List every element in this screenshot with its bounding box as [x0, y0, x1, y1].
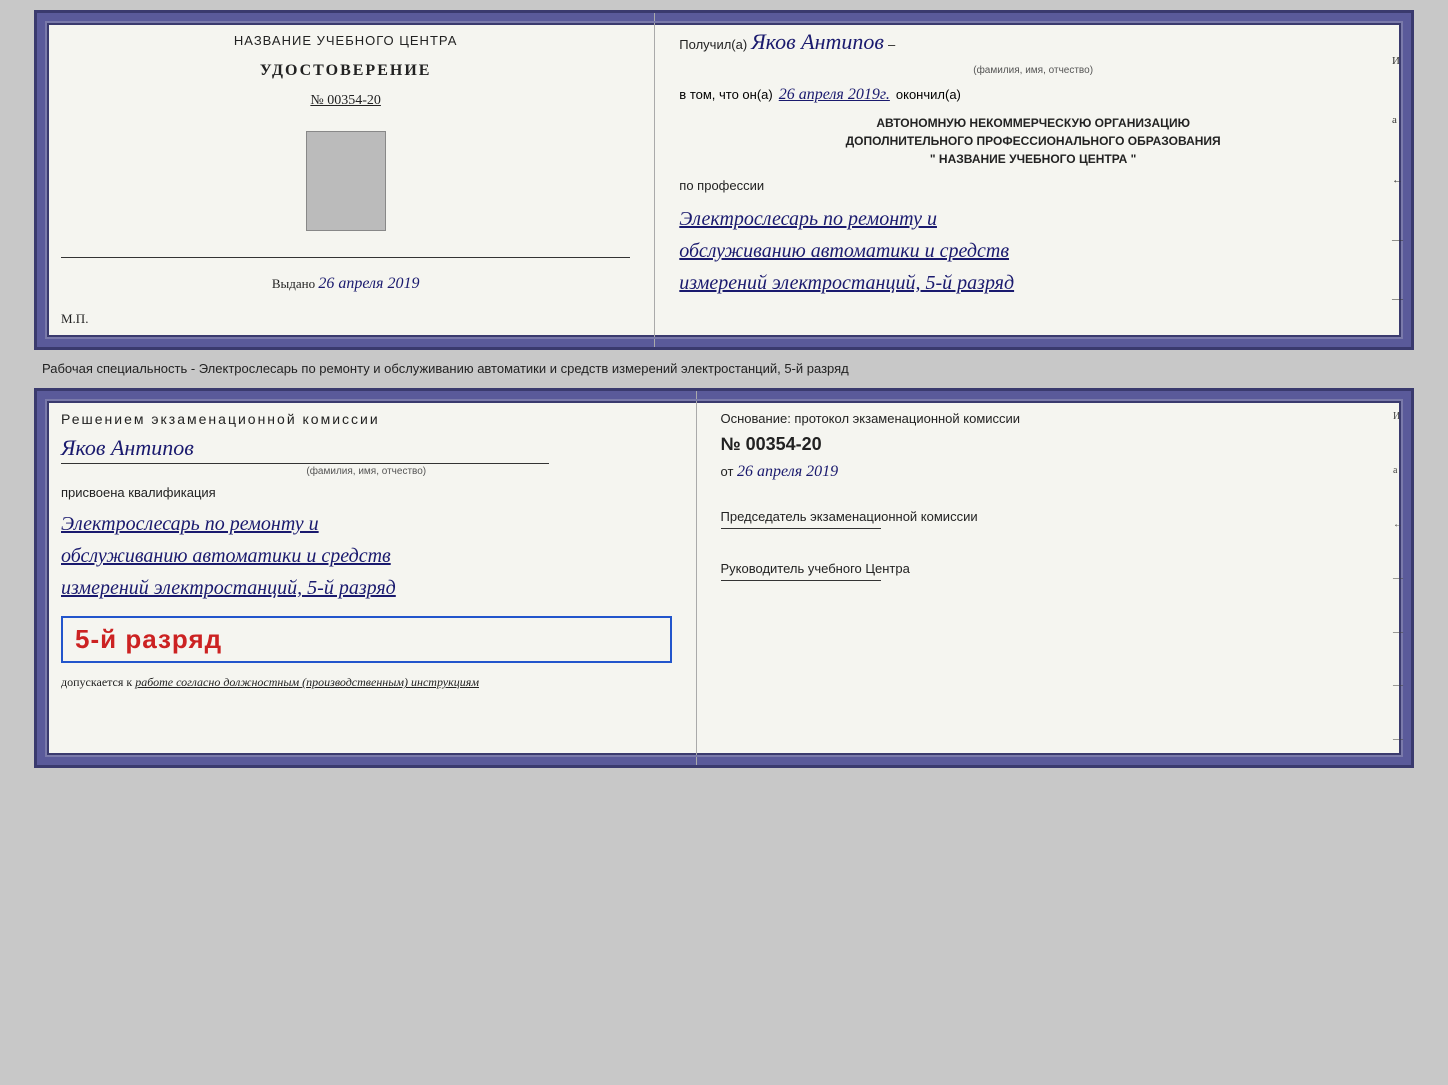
- recipient-name: Яков Антипов: [751, 29, 884, 55]
- document-container: НАЗВАНИЕ УЧЕБНОГО ЦЕНТРА УДОСТОВЕРЕНИЕ №…: [34, 10, 1414, 768]
- decision-header: Решением экзаменационной комиссии: [61, 411, 672, 427]
- org-name: АВТОНОМНУЮ НЕКОММЕРЧЕСКУЮ ОРГАНИЗАЦИЮ ДО…: [679, 114, 1387, 168]
- profession-text-top: Электрослесарь по ремонту и обслуживанию…: [679, 203, 1387, 299]
- dash: –: [888, 37, 895, 52]
- bottom-left-panel: Решением экзаменационной комиссии Яков А…: [37, 391, 697, 765]
- допуск-prefix: допускается к: [61, 675, 132, 689]
- bottom-document: Решением экзаменационной комиссии Яков А…: [34, 388, 1414, 768]
- school-name-top: НАЗВАНИЕ УЧЕБНОГО ЦЕНТРА: [234, 33, 457, 48]
- допуск-text: работе согласно должностным (производств…: [135, 675, 479, 689]
- recipient-line: Получил(а) Яков Антипов –: [679, 29, 1387, 55]
- bottom-right-panel: Основание: протокол экзаменационной коми…: [697, 391, 1411, 765]
- top-right-panel: Получил(а) Яков Антипов – (фамилия, имя,…: [655, 13, 1411, 347]
- date-prefix: от: [721, 464, 734, 479]
- photo-placeholder: [306, 131, 386, 231]
- in-that-prefix: в том, что он(а): [679, 87, 772, 102]
- rank-text: 5-й разряд: [75, 624, 222, 654]
- chairman-signature-line: [721, 528, 881, 529]
- head-section: Руководитель учебного Центра: [721, 561, 1387, 585]
- cert-label: УДОСТОВЕРЕНИЕ: [260, 62, 432, 80]
- basis-date: 26 апреля 2019: [737, 463, 838, 480]
- top-document: НАЗВАНИЕ УЧЕБНОГО ЦЕНТРА УДОСТОВЕРЕНИЕ №…: [34, 10, 1414, 350]
- middle-text: Рабочая специальность - Электрослесарь п…: [34, 356, 1414, 382]
- fio-label-top: (фамилия, имя, отчество): [679, 65, 1387, 76]
- profession-text-bottom: Электрослесарь по ремонту и обслуживанию…: [61, 508, 672, 604]
- qualification-label: присвоена квалификация: [61, 485, 672, 500]
- issued-date: 26 апреля 2019: [318, 275, 419, 292]
- mp-label: М.П.: [61, 311, 88, 327]
- cert-number: № 00354-20: [310, 93, 381, 109]
- issued-label: Выдано: [272, 276, 315, 291]
- bottom-person-name: Яков Антипов: [61, 435, 672, 461]
- head-signature-line: [721, 580, 881, 581]
- side-chars-bottom: И а ← — — — —: [1393, 411, 1403, 745]
- bottom-person-section: Яков Антипов (фамилия, имя, отчество): [61, 435, 672, 477]
- допуск-line: допускается к работе согласно должностны…: [61, 675, 672, 690]
- profession-label-top: по профессии: [679, 178, 1387, 193]
- head-label: Руководитель учебного Центра: [721, 561, 1387, 576]
- received-prefix: Получил(а): [679, 37, 747, 52]
- chairman-label: Председатель экзаменационной комиссии: [721, 509, 1387, 524]
- top-left-panel: НАЗВАНИЕ УЧЕБНОГО ЦЕНТРА УДОСТОВЕРЕНИЕ №…: [37, 13, 655, 347]
- completion-line: в том, что он(а) 26 апреля 2019г. окончи…: [679, 86, 1387, 104]
- chairman-section: Председатель экзаменационной комиссии: [721, 509, 1387, 533]
- basis-date-line: от 26 апреля 2019: [721, 463, 1387, 481]
- side-chars-top: И а ← — —: [1392, 13, 1403, 347]
- rank-box: 5-й разряд: [61, 616, 672, 663]
- basis-label: Основание: протокол экзаменационной коми…: [721, 411, 1387, 426]
- issued-line: Выдано 26 апреля 2019: [272, 275, 420, 293]
- finished-label: окончил(а): [896, 87, 961, 102]
- fio-label-bottom: (фамилия, имя, отчество): [61, 466, 672, 477]
- completion-date: 26 апреля 2019г.: [779, 86, 890, 104]
- basis-number: № 00354-20: [721, 434, 1387, 455]
